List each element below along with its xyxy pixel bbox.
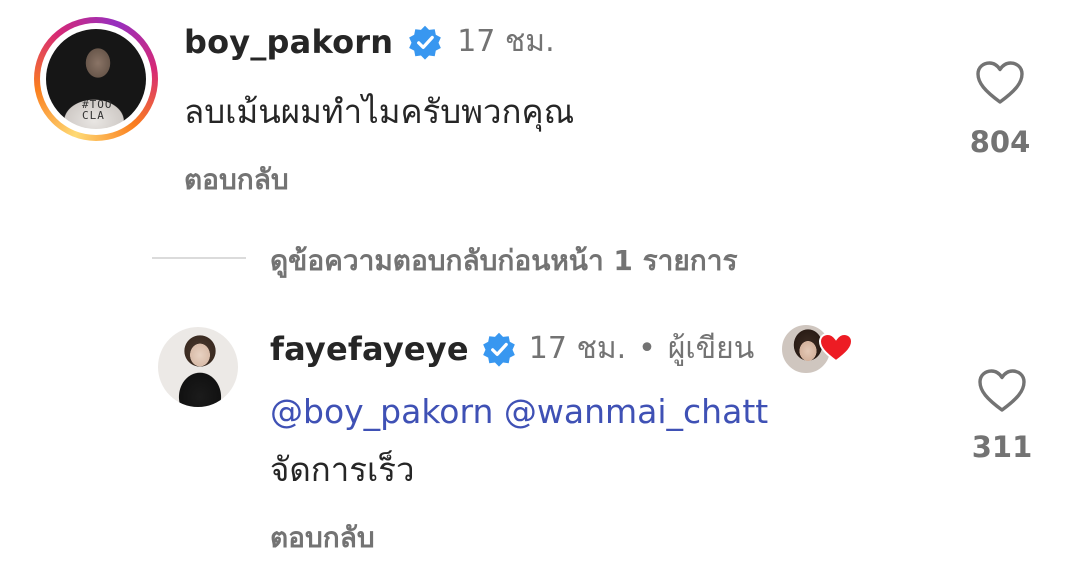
replies-divider [152,257,246,259]
view-previous-replies-button[interactable]: ดูข้อความตอบกลับก่อนหน้า 1 รายการ [270,243,738,279]
comment-text: จัดการเร็ว [270,450,415,489]
heart-outline-icon[interactable] [977,368,1027,414]
reply-button[interactable]: ตอบกลับ [270,520,375,556]
like-count: 804 [969,125,1031,159]
avatar[interactable] [158,327,238,407]
comment-time: 17 ชม. [457,24,555,59]
comment-text: ลบเม้นผมทำไมครับพวกคุณ [184,92,575,131]
heart-outline-icon[interactable] [975,60,1025,106]
separator-dot: • [638,331,656,366]
reply-button[interactable]: ตอบกลับ [184,162,289,198]
mentions: @boy_pakorn @wanmai_chatt [270,390,768,434]
verified-badge-icon [409,25,442,60]
story-ring[interactable]: #TOO CLA [34,17,158,141]
author-label: ผู้เขียน [667,331,755,366]
reply-header: fayefayeye 17 ชม. • ผู้เขียน [270,329,754,369]
username[interactable]: boy_pakorn [184,22,393,62]
avatar-shirt-print: #TOO CLA [82,98,113,122]
avatar[interactable]: #TOO CLA [46,29,146,129]
heart-filled-icon [818,332,854,363]
comment-header: boy_pakorn 17 ชม. [184,22,555,62]
verified-badge-icon [482,332,515,367]
mention-link[interactable]: @wanmai_chatt [504,392,768,431]
mention-link[interactable]: @boy_pakorn [270,392,493,431]
username[interactable]: fayefayeye [270,329,469,369]
like-count: 311 [971,430,1033,464]
comment-time: 17 ชม. [528,331,627,366]
